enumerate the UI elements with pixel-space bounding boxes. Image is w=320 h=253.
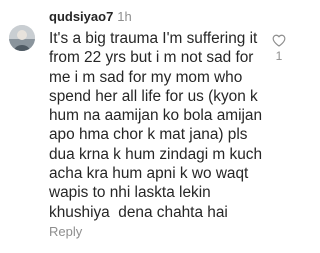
comment-line: dua krna k hum zindagi m kuch: [49, 145, 263, 163]
comment-line: spend her all life for us (kyon k: [49, 87, 258, 105]
comment-line: wapis to nhi laskta lekin: [49, 184, 211, 202]
comment-header: qudsiyao7 1h: [49, 9, 132, 25]
comment-line: me i m sad for my mom who: [49, 68, 243, 86]
comment-line: hum na aamijan ko bola amijan: [49, 107, 263, 125]
like-button[interactable]: 1: [272, 34, 286, 63]
reply-button[interactable]: Reply: [49, 224, 82, 239]
comment-line: acha kra hum apni k wo waqt: [49, 165, 249, 183]
comment-line: from 22 yrs but i m not sad for: [49, 49, 254, 67]
comment-body: It's a big trauma I'm suffering it from …: [49, 29, 271, 222]
avatar-photo-icon: [9, 25, 35, 51]
comment-line: apo hma chor k mat jana) pls: [49, 126, 248, 144]
like-count: 1: [275, 49, 283, 63]
avatar[interactable]: [9, 25, 35, 51]
username[interactable]: qudsiyao7: [49, 9, 113, 24]
comment-time: 1h: [117, 9, 132, 24]
comment-line: khushiya dena chahta hai: [49, 203, 228, 221]
comment: qudsiyao7 1h It's a big trauma I'm suffer…: [0, 0, 300, 253]
comment-line: It's a big trauma I'm suffering it: [49, 30, 258, 47]
heart-outline-icon[interactable]: [272, 34, 286, 47]
